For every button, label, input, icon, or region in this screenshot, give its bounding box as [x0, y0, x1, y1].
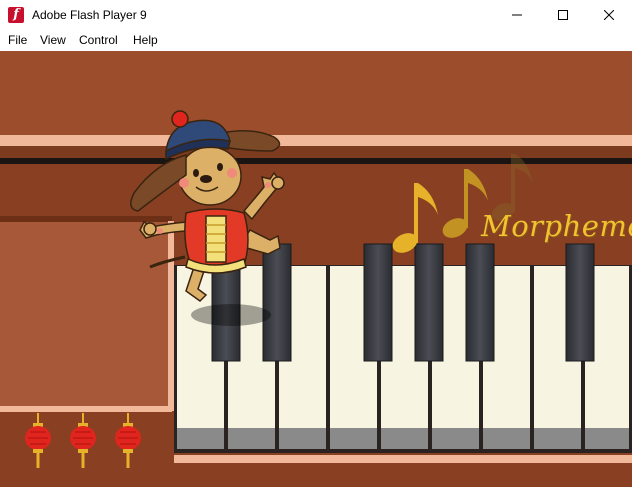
menu-file[interactable]: File: [8, 33, 27, 47]
piano-dark-strip: [0, 158, 632, 164]
left-panel-trim: [0, 406, 172, 412]
keyboard-bottom-trim: [174, 455, 632, 463]
left-panel-shadow: [0, 216, 172, 222]
maximize-icon: [558, 10, 568, 20]
black-key[interactable]: [363, 243, 393, 362]
black-key[interactable]: [465, 243, 495, 362]
white-keys: [177, 266, 629, 428]
white-key-fronts: [177, 428, 629, 449]
black-key[interactable]: [262, 243, 292, 362]
close-icon: [604, 10, 614, 20]
dog-shadow: [191, 304, 271, 326]
flash-player-icon: f: [8, 7, 24, 23]
brand-logo-text: Morpheme: [481, 209, 632, 243]
piano-top-shadow: [0, 146, 632, 158]
black-key[interactable]: [565, 243, 595, 362]
menu-control[interactable]: Control: [79, 33, 118, 47]
left-panel-edge: [168, 221, 174, 411]
minimize-icon: [512, 14, 522, 16]
menu-help[interactable]: Help: [133, 33, 158, 47]
maximize-button[interactable]: [540, 0, 586, 30]
title-bar: f Adobe Flash Player 9: [0, 0, 632, 30]
menu-view[interactable]: View: [40, 33, 66, 47]
flash-stage[interactable]: Morpheme: [0, 51, 632, 487]
minimize-button[interactable]: [494, 0, 540, 30]
close-button[interactable]: [586, 0, 632, 30]
window-title: Adobe Flash Player 9: [32, 8, 147, 22]
black-key[interactable]: [414, 243, 444, 362]
menu-bar: File View Control Help: [0, 30, 632, 51]
piano-top-trim: [0, 135, 632, 146]
left-panel: [0, 221, 172, 411]
